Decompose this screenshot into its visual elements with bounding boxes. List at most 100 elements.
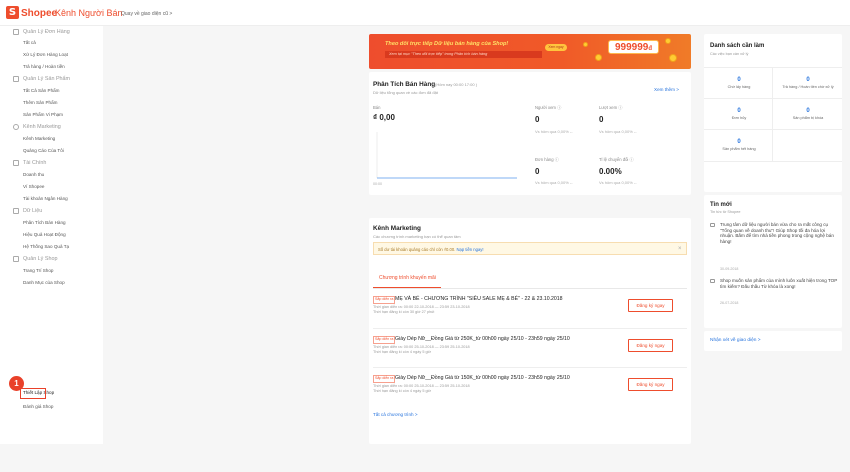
sales-chart bbox=[376, 132, 517, 179]
todo-subtitle: Các việc bạn cần xử lý bbox=[710, 52, 749, 56]
sidebar-item-all-orders[interactable]: Tất cả bbox=[23, 40, 36, 45]
todo-cancelled[interactable]: 0 Đơn hủy bbox=[709, 108, 769, 121]
sidebar-item-add-product[interactable]: Thêm Sản Phẩm bbox=[23, 100, 57, 105]
todo-card: Danh sách cần làm Các việc bạn cần xử lý… bbox=[704, 34, 842, 192]
coin-icon bbox=[669, 54, 677, 62]
marketing-subtitle: Các chương trình marketing bạn có thể qu… bbox=[373, 234, 461, 239]
divider bbox=[772, 67, 773, 161]
shop-icon bbox=[13, 256, 19, 262]
sidebar-group-data[interactable]: Dữ Liệu bbox=[13, 208, 42, 214]
metric-value: 0.00% bbox=[599, 167, 622, 176]
register-button[interactable]: Đăng ký ngay bbox=[628, 378, 673, 391]
last-updated: (Hôm nay 00:00 17:00 ) bbox=[435, 82, 478, 87]
divider bbox=[373, 367, 687, 368]
tab-promotions[interactable]: Chương trình khuyến mãi bbox=[373, 266, 441, 288]
banner-counter: 999999đ bbox=[608, 40, 659, 54]
sidebar-item-penalty-points[interactable]: Hệ Thống Sao Quả Tạ bbox=[23, 244, 69, 249]
todo-awaiting-pickup[interactable]: 0 Chờ lấy hàng bbox=[709, 77, 769, 90]
sales-analysis-card: Phân Tích Bán Hàng (Hôm nay 00:00 17:00 … bbox=[369, 72, 691, 195]
data-icon bbox=[13, 208, 19, 214]
program-item: Sắp diễn ra Giày Dép Nữ__Đồng Giá từ 250… bbox=[373, 336, 687, 376]
sidebar-item-bank-account[interactable]: Tài khoản Ngân Hàng bbox=[23, 196, 68, 201]
sidebar-item-marketing[interactable]: Kênh Marketing bbox=[23, 136, 55, 141]
sidebar-item-shop-categories[interactable]: Danh Mục của Shop bbox=[23, 280, 65, 285]
program-time: Thời gian diễn ra: 00:00 22-10-2018 — 23… bbox=[373, 305, 470, 309]
marketing-title: Kênh Marketing bbox=[373, 225, 421, 232]
upcoming-tag: Sắp diễn ra bbox=[373, 296, 396, 304]
step-badge: 1 bbox=[9, 376, 24, 391]
promo-banner[interactable]: Theo dõi trực tiếp Dữ liệu bán hàng của … bbox=[369, 34, 691, 69]
sidebar-item-shopee-wallet[interactable]: Ví Shopee bbox=[23, 184, 44, 189]
metric-value: 0 bbox=[535, 167, 540, 176]
divider bbox=[704, 161, 842, 162]
metric-compare: Vs hôm qua 0,00% -- bbox=[599, 129, 637, 134]
product-icon bbox=[13, 76, 19, 82]
brand-name[interactable]: Shopee bbox=[21, 8, 57, 19]
metric-value: 0 bbox=[599, 115, 604, 124]
todo-returns-pending[interactable]: 0 Trả hàng / Hoàn tiền chờ xử lý bbox=[778, 77, 838, 90]
divider bbox=[704, 67, 842, 68]
feedback-link[interactable]: Nhận xét về giao diện > bbox=[710, 338, 761, 343]
sidebar-item-performance[interactable]: Hiệu Quả Hoạt Động bbox=[23, 232, 66, 237]
program-item: Sắp diễn ra Giày Dép Nữ__Đồng Giá từ 150… bbox=[373, 375, 687, 415]
news-date: 30-09-2018 bbox=[720, 267, 739, 271]
all-programs-link[interactable]: Tất cả chương trình > bbox=[373, 412, 418, 417]
divider bbox=[704, 129, 842, 130]
top-header: S Shopee Kênh Người Bán Quay về giao diệ… bbox=[0, 0, 850, 26]
old-ui-link[interactable]: Quay về giao diện cũ > bbox=[121, 11, 172, 17]
program-deadline: Thời hạn đăng kí còn 4 ngày 5 giờ bbox=[373, 350, 431, 354]
register-button[interactable]: Đăng ký ngay bbox=[628, 339, 673, 352]
feedback-card: Nhận xét về giao diện > bbox=[704, 331, 842, 351]
news-subtitle: Tin tức từ Shopee bbox=[710, 210, 741, 214]
sidebar-item-returns[interactable]: Trả hàng / Hoàn tiền bbox=[23, 64, 65, 69]
banner-view-button[interactable]: Xem ngay bbox=[545, 44, 567, 51]
upcoming-tag: Sắp diễn ra bbox=[373, 375, 396, 383]
banner-headline: Theo dõi trực tiếp Dữ liệu bán hàng của … bbox=[385, 41, 509, 47]
sidebar-group-shop[interactable]: Quản Lý Shop bbox=[13, 256, 57, 262]
sidebar-group-orders[interactable]: Quản Lý Đơn Hàng bbox=[13, 29, 70, 35]
sidebar-item-sales-analysis[interactable]: Phân Tích Bán Hàng bbox=[23, 220, 66, 225]
order-icon bbox=[13, 29, 19, 35]
top-up-link[interactable]: Nạp tiền ngay! bbox=[457, 247, 484, 252]
metric-label: Đơn hàng ⓘ bbox=[535, 157, 559, 162]
chart-time-label: 00:00 bbox=[373, 182, 382, 186]
todo-title: Danh sách cần làm bbox=[710, 43, 765, 49]
news-icon bbox=[710, 279, 715, 283]
sidebar-group-finance[interactable]: Tài Chính bbox=[13, 160, 46, 166]
close-icon[interactable]: × bbox=[678, 246, 682, 252]
register-button[interactable]: Đăng ký ngay bbox=[628, 299, 673, 312]
sidebar-item-shop-reviews[interactable]: Đánh giá Shop bbox=[23, 404, 53, 409]
finance-icon bbox=[13, 160, 19, 166]
sidebar-item-shop-decoration[interactable]: Trang Trí Shop bbox=[23, 268, 53, 273]
notice-text: Số dư tài khoản quảng cáo chỉ còn ₫0.00. bbox=[378, 247, 456, 252]
view-more-link[interactable]: Xem thêm > bbox=[654, 87, 679, 92]
sidebar-item-all-products[interactable]: Tất Cả Sản Phẩm bbox=[23, 88, 60, 93]
sidebar-item-bulk-orders[interactable]: Xử Lý Đơn Hàng Loạt bbox=[23, 52, 68, 57]
news-item[interactable]: Trung tâm dữ liệu người bán vừa cho ra m… bbox=[710, 222, 838, 271]
upcoming-tag: Sắp diễn ra bbox=[373, 336, 396, 344]
news-text: Shop muốn sản phẩm của mình luôn xuất hi… bbox=[720, 278, 838, 289]
sidebar-item-violations[interactable]: Sản Phẩm Vi Phạm bbox=[23, 112, 63, 117]
marketing-icon bbox=[13, 124, 19, 130]
metric-value: 0 bbox=[535, 115, 540, 124]
todo-locked-products[interactable]: 0 Sản phẩm bị khóa bbox=[778, 108, 838, 121]
news-item[interactable]: Shop muốn sản phẩm của mình luôn xuất hi… bbox=[710, 278, 838, 308]
sales-analysis-title: Phân Tích Bán Hàng bbox=[373, 81, 436, 88]
sidebar-group-products[interactable]: Quản Lý Sản Phẩm bbox=[13, 76, 70, 82]
shopee-logo-icon[interactable]: S bbox=[6, 6, 19, 19]
metric-compare: Vs hôm qua 0,00% -- bbox=[599, 180, 637, 185]
todo-out-of-stock[interactable]: 0 Sản phẩm hết hàng bbox=[709, 139, 769, 152]
program-deadline: Thời hạn đăng kí còn 30 giờ 27 phút bbox=[373, 310, 435, 314]
marketing-card: Kênh Marketing Các chương trình marketin… bbox=[369, 218, 691, 444]
sidebar-item-my-ads[interactable]: Quảng Cáo Của Tôi bbox=[23, 148, 64, 153]
sales-analysis-subtitle: Dữ liệu tổng quan về các đơn đã đặt bbox=[373, 90, 438, 95]
sidebar-item-revenue[interactable]: Doanh thu bbox=[23, 172, 44, 177]
divider bbox=[704, 98, 842, 99]
highlight-box bbox=[20, 388, 46, 399]
sidebar-group-marketing[interactable]: Kênh Marketing bbox=[13, 124, 61, 130]
coin-icon bbox=[583, 42, 588, 47]
program-time: Thời gian diễn ra: 00:00 25-10-2018 — 23… bbox=[373, 384, 470, 388]
coin-icon bbox=[665, 38, 671, 44]
news-card: Tin mới Tin tức từ Shopee Trung tâm dữ l… bbox=[704, 195, 842, 328]
divider bbox=[373, 328, 687, 329]
